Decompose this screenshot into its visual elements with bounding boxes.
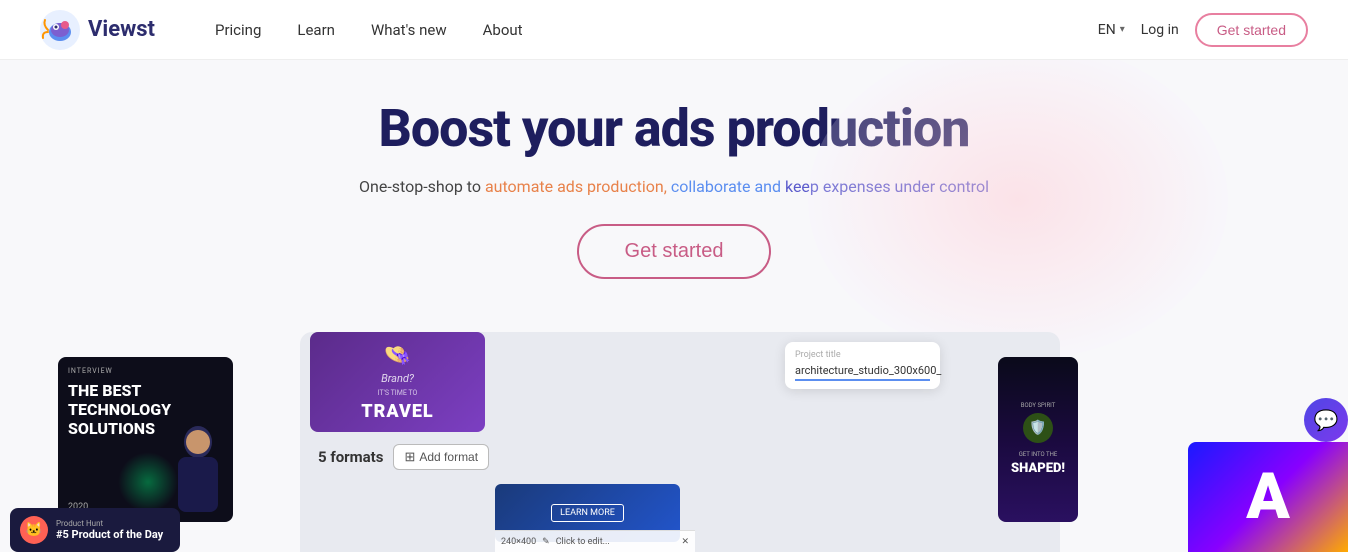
get-started-nav-button[interactable]: Get started [1195, 13, 1308, 47]
dimension-action[interactable]: Click to edit... [556, 537, 610, 547]
ph-label: Product Hunt [56, 519, 163, 528]
hero-section: Boost your ads production One-stop-shop … [0, 60, 1348, 303]
logo-text: Viewst [88, 17, 155, 42]
chat-bubble-button[interactable]: 💬 [1304, 398, 1348, 442]
card-right-cta: GET INTO THE [1019, 451, 1058, 458]
nav-links: Pricing Learn What's new About [215, 21, 1098, 39]
project-title-label: Project title [795, 350, 930, 360]
formats-bar: 5 formats ⊞ Add format [310, 440, 1050, 474]
card-right-badge: 🛡️ [1023, 413, 1053, 443]
card-tag: INTERVIEW [68, 367, 223, 375]
chevron-down-icon: ▾ [1120, 24, 1125, 35]
travel-brand: Brand? [381, 372, 414, 385]
learn-more-button[interactable]: LEARN MORE [551, 504, 624, 522]
project-title-value: architecture_studio_300x600_ [795, 364, 930, 381]
subtitle-and: and [754, 177, 781, 196]
subtitle-keep: keep expenses under control [785, 177, 989, 196]
hero-subtitle: One-stop-shop to automate ads production… [0, 177, 1348, 196]
plus-icon: ⊞ [404, 449, 415, 465]
nav-right: EN ▾ Log in Get started [1098, 13, 1308, 47]
product-hunt-badge[interactable]: 🐱 Product Hunt #5 Product of the Day [10, 508, 180, 552]
nav-pricing[interactable]: Pricing [215, 21, 261, 39]
card-right-top: BODY SPIRIT [1021, 402, 1056, 409]
card-right-main: SHAPED! [1011, 462, 1065, 476]
ph-title: #5 Product of the Day [56, 528, 163, 541]
project-title-card: Project title architecture_studio_300x60… [785, 342, 940, 389]
nav-learn[interactable]: Learn [297, 21, 335, 39]
panels-area: INTERVIEW THE BEST TECHNOLOGY SOLUTIONS … [0, 322, 1348, 552]
edit-icon: ✎ [542, 537, 550, 547]
dimension-size: 240×400 [501, 537, 536, 547]
close-icon[interactable]: ✕ [681, 537, 689, 547]
dark-card-left: INTERVIEW THE BEST TECHNOLOGY SOLUTIONS … [58, 357, 233, 522]
lang-label: EN [1098, 22, 1116, 38]
ph-text: Product Hunt #5 Product of the Day [56, 519, 163, 541]
person-silhouette-icon [163, 422, 233, 522]
chat-icon: 💬 [1314, 408, 1339, 432]
add-format-button[interactable]: ⊞ Add format [393, 444, 489, 470]
hero-title: Boost your ads production [0, 98, 1348, 159]
navbar: Viewst Pricing Learn What's new About EN… [0, 0, 1348, 60]
letter-a-decoration: A [1246, 465, 1290, 529]
card-right: BODY SPIRIT 🛡️ GET INTO THE SHAPED! [998, 357, 1078, 522]
formats-count: 5 formats [318, 448, 383, 466]
ph-icon: 🐱 [20, 516, 48, 544]
dimension-bar: 240×400 ✎ Click to edit... ✕ [495, 530, 695, 552]
logo-icon [40, 10, 80, 50]
login-button[interactable]: Log in [1141, 22, 1179, 38]
hero-bg-decoration [808, 40, 1228, 360]
nav-whats-new[interactable]: What's new [371, 21, 447, 39]
hat-icon: 👒 [384, 343, 411, 368]
hero-cta-button[interactable]: Get started [577, 224, 772, 279]
travel-text: TRAVEL [361, 401, 433, 422]
subtitle-collaborate: collaborate [671, 177, 751, 196]
travel-subtitle: IT'S TIME TO [378, 389, 418, 397]
subtitle-automate: automate ads production, [485, 177, 667, 196]
travel-card: 👒 Brand? IT'S TIME TO TRAVEL [310, 332, 485, 432]
logo[interactable]: Viewst [40, 10, 155, 50]
lang-selector[interactable]: EN ▾ [1098, 22, 1125, 38]
center-panel: 👒 Brand? IT'S TIME TO TRAVEL 5 formats ⊞… [300, 332, 1060, 552]
nav-about[interactable]: About [483, 21, 523, 39]
card-far-right: A [1188, 442, 1348, 552]
add-format-label: Add format [419, 450, 478, 464]
